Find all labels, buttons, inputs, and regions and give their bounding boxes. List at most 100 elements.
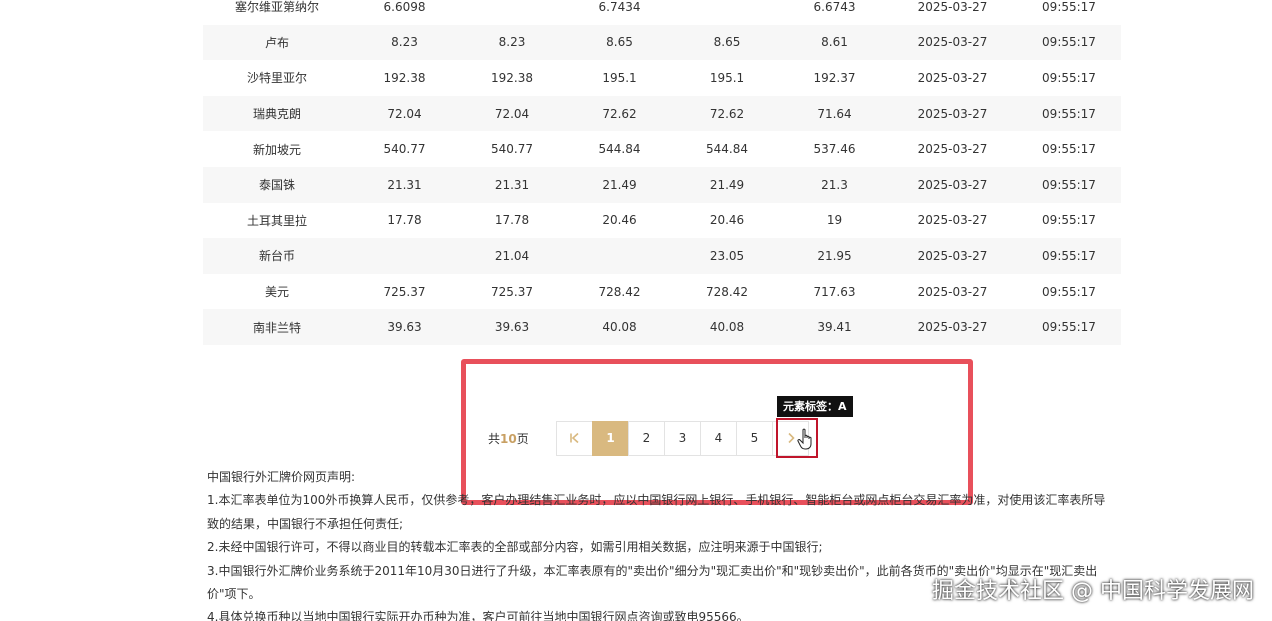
rate-cell: 19 xyxy=(781,202,888,239)
rate-cell: 2025-03-27 xyxy=(888,0,1017,25)
page-number-buttons: 12345 xyxy=(592,420,773,456)
element-tag-label: 元素标签：A xyxy=(777,396,853,417)
rate-cell: 2025-03-27 xyxy=(888,60,1017,96)
rate-cell: 21.49 xyxy=(673,166,781,203)
currency-name-cell: 美元 xyxy=(203,273,351,310)
rate-cell: 8.23 xyxy=(458,24,566,61)
rate-cell: 20.46 xyxy=(566,202,673,239)
rate-cell: 6.6743 xyxy=(781,0,888,25)
page-button-2[interactable]: 2 xyxy=(628,420,665,456)
rate-cell: 2025-03-27 xyxy=(888,24,1017,61)
rate-cell: 40.08 xyxy=(566,309,673,345)
total-pages-label: 共10页 xyxy=(488,431,529,446)
rate-cell: 20.46 xyxy=(673,202,781,239)
rate-cell: 8.65 xyxy=(566,24,673,61)
disclaimer-title: 中国银行外汇牌价网页声明: xyxy=(207,470,356,484)
page-button-1[interactable]: 1 xyxy=(592,420,629,456)
next-page-icon xyxy=(787,432,795,444)
table-row: 新台币 21.04 23.05 21.95 2025-03-27 09:55:17 xyxy=(203,238,1121,274)
hand-cursor-icon xyxy=(797,428,812,450)
rate-cell: 21.3 xyxy=(781,166,888,203)
pagination: 共10页 12345 xyxy=(488,420,809,456)
rate-cell: 6.7434 xyxy=(566,0,673,25)
rate-cell: 2025-03-27 xyxy=(888,238,1017,274)
rate-cell xyxy=(673,0,781,25)
rate-cell: 728.42 xyxy=(673,273,781,310)
rate-cell: 2025-03-27 xyxy=(888,131,1017,167)
first-page-button[interactable] xyxy=(556,420,593,456)
rate-cell: 537.46 xyxy=(781,131,888,167)
table-row: 沙特里亚尔 192.38 192.38 195.1 195.1 192.37 2025-03… xyxy=(203,60,1121,96)
rate-cell: 23.05 xyxy=(673,238,781,274)
rate-cell: 2025-03-27 xyxy=(888,166,1017,203)
rate-cell: 09:55:17 xyxy=(1017,166,1121,203)
disclaimer-item: 4.具体兑换币种以当地中国银行实际开办币种为准，客户可前往当地中国银行网点咨询或… xyxy=(207,610,749,621)
rate-cell: 09:55:17 xyxy=(1017,24,1121,61)
table-row: 塞尔维亚第纳尔 6.6098 6.7434 6.6743 2025-03-27 09:55… xyxy=(203,0,1121,25)
rate-cell xyxy=(351,238,458,274)
rate-cell: 21.31 xyxy=(458,166,566,203)
rate-cell: 09:55:17 xyxy=(1017,60,1121,96)
rate-cell: 72.62 xyxy=(673,95,781,132)
rate-cell: 39.41 xyxy=(781,309,888,345)
rate-cell: 725.37 xyxy=(458,273,566,310)
table-row: 卢布 8.23 8.23 8.65 8.65 8.61 2025-03-27 09:55:17 xyxy=(203,24,1121,61)
rate-cell: 8.23 xyxy=(351,24,458,61)
page-button-4[interactable]: 4 xyxy=(700,420,737,456)
rate-cell: 544.84 xyxy=(673,131,781,167)
rate-cell: 725.37 xyxy=(351,273,458,310)
rate-cell: 6.6098 xyxy=(351,0,458,25)
total-pages-count: 10 xyxy=(500,431,517,446)
rate-cell: 2025-03-27 xyxy=(888,202,1017,239)
table-row: 瑞典克朗 72.04 72.04 72.62 72.62 71.64 2025-03-27 0… xyxy=(203,95,1121,132)
rate-cell: 192.38 xyxy=(351,60,458,96)
rate-cell: 72.04 xyxy=(458,95,566,132)
rate-cell: 2025-03-27 xyxy=(888,273,1017,310)
rate-cell: 09:55:17 xyxy=(1017,95,1121,132)
page-button-3[interactable]: 3 xyxy=(664,420,701,456)
page: 塞尔维亚第纳尔 6.6098 6.7434 6.6743 2025-03-27 09:55… xyxy=(0,0,1272,621)
watermark: 掘金技术社区 @ 中国科学发展网 xyxy=(932,579,1254,604)
table-row: 南非兰特 39.63 39.63 40.08 40.08 39.41 2025-03-27 0… xyxy=(203,309,1121,345)
table-row: 泰国铢 21.31 21.31 21.49 21.49 21.3 2025-03-27 09:… xyxy=(203,166,1121,203)
rate-cell: 40.08 xyxy=(673,309,781,345)
rate-cell: 540.77 xyxy=(458,131,566,167)
rate-cell: 09:55:17 xyxy=(1017,238,1121,274)
rate-cell: 21.49 xyxy=(566,166,673,203)
rate-cell: 39.63 xyxy=(458,309,566,345)
exchange-rate-table: 塞尔维亚第纳尔 6.6098 6.7434 6.6743 2025-03-27 09:55… xyxy=(203,0,1121,345)
rate-cell: 21.31 xyxy=(351,166,458,203)
rate-cell: 09:55:17 xyxy=(1017,309,1121,345)
page-button-5[interactable]: 5 xyxy=(736,420,773,456)
rate-cell: 09:55:17 xyxy=(1017,202,1121,239)
rate-cell: 192.38 xyxy=(458,60,566,96)
rate-cell: 195.1 xyxy=(673,60,781,96)
rate-cell: 09:55:17 xyxy=(1017,131,1121,167)
disclaimer-item: 1.本汇率表单位为100外币换算人民币，仅供参考，客户办理结售汇业务时，应以中国… xyxy=(207,493,1106,531)
rate-cell: 195.1 xyxy=(566,60,673,96)
table-row: 新加坡元 540.77 540.77 544.84 544.84 537.46 2025-0… xyxy=(203,131,1121,167)
currency-name-cell: 瑞典克朗 xyxy=(203,95,351,132)
rate-cell: 8.65 xyxy=(673,24,781,61)
rate-cell: 540.77 xyxy=(351,131,458,167)
rate-cell: 17.78 xyxy=(458,202,566,239)
currency-name-cell: 新加坡元 xyxy=(203,131,351,167)
rate-cell xyxy=(458,0,566,25)
rate-cell: 717.63 xyxy=(781,273,888,310)
rate-cell: 09:55:17 xyxy=(1017,273,1121,310)
rate-cell xyxy=(566,238,673,274)
rate-cell: 72.62 xyxy=(566,95,673,132)
currency-name-cell: 新台币 xyxy=(203,238,351,274)
rate-cell: 728.42 xyxy=(566,273,673,310)
currency-name-cell: 沙特里亚尔 xyxy=(203,60,351,96)
rate-cell: 544.84 xyxy=(566,131,673,167)
table-row: 美元 725.37 725.37 728.42 728.42 717.63 2025-03-… xyxy=(203,273,1121,310)
rate-cell: 21.95 xyxy=(781,238,888,274)
rate-cell: 39.63 xyxy=(351,309,458,345)
rate-cell: 2025-03-27 xyxy=(888,309,1017,345)
table-row: 土耳其里拉 17.78 17.78 20.46 20.46 19 2025-03-27 09:… xyxy=(203,202,1121,239)
rate-cell: 192.37 xyxy=(781,60,888,96)
currency-name-cell: 塞尔维亚第纳尔 xyxy=(203,0,351,25)
rate-cell: 8.61 xyxy=(781,24,888,61)
currency-name-cell: 泰国铢 xyxy=(203,166,351,203)
